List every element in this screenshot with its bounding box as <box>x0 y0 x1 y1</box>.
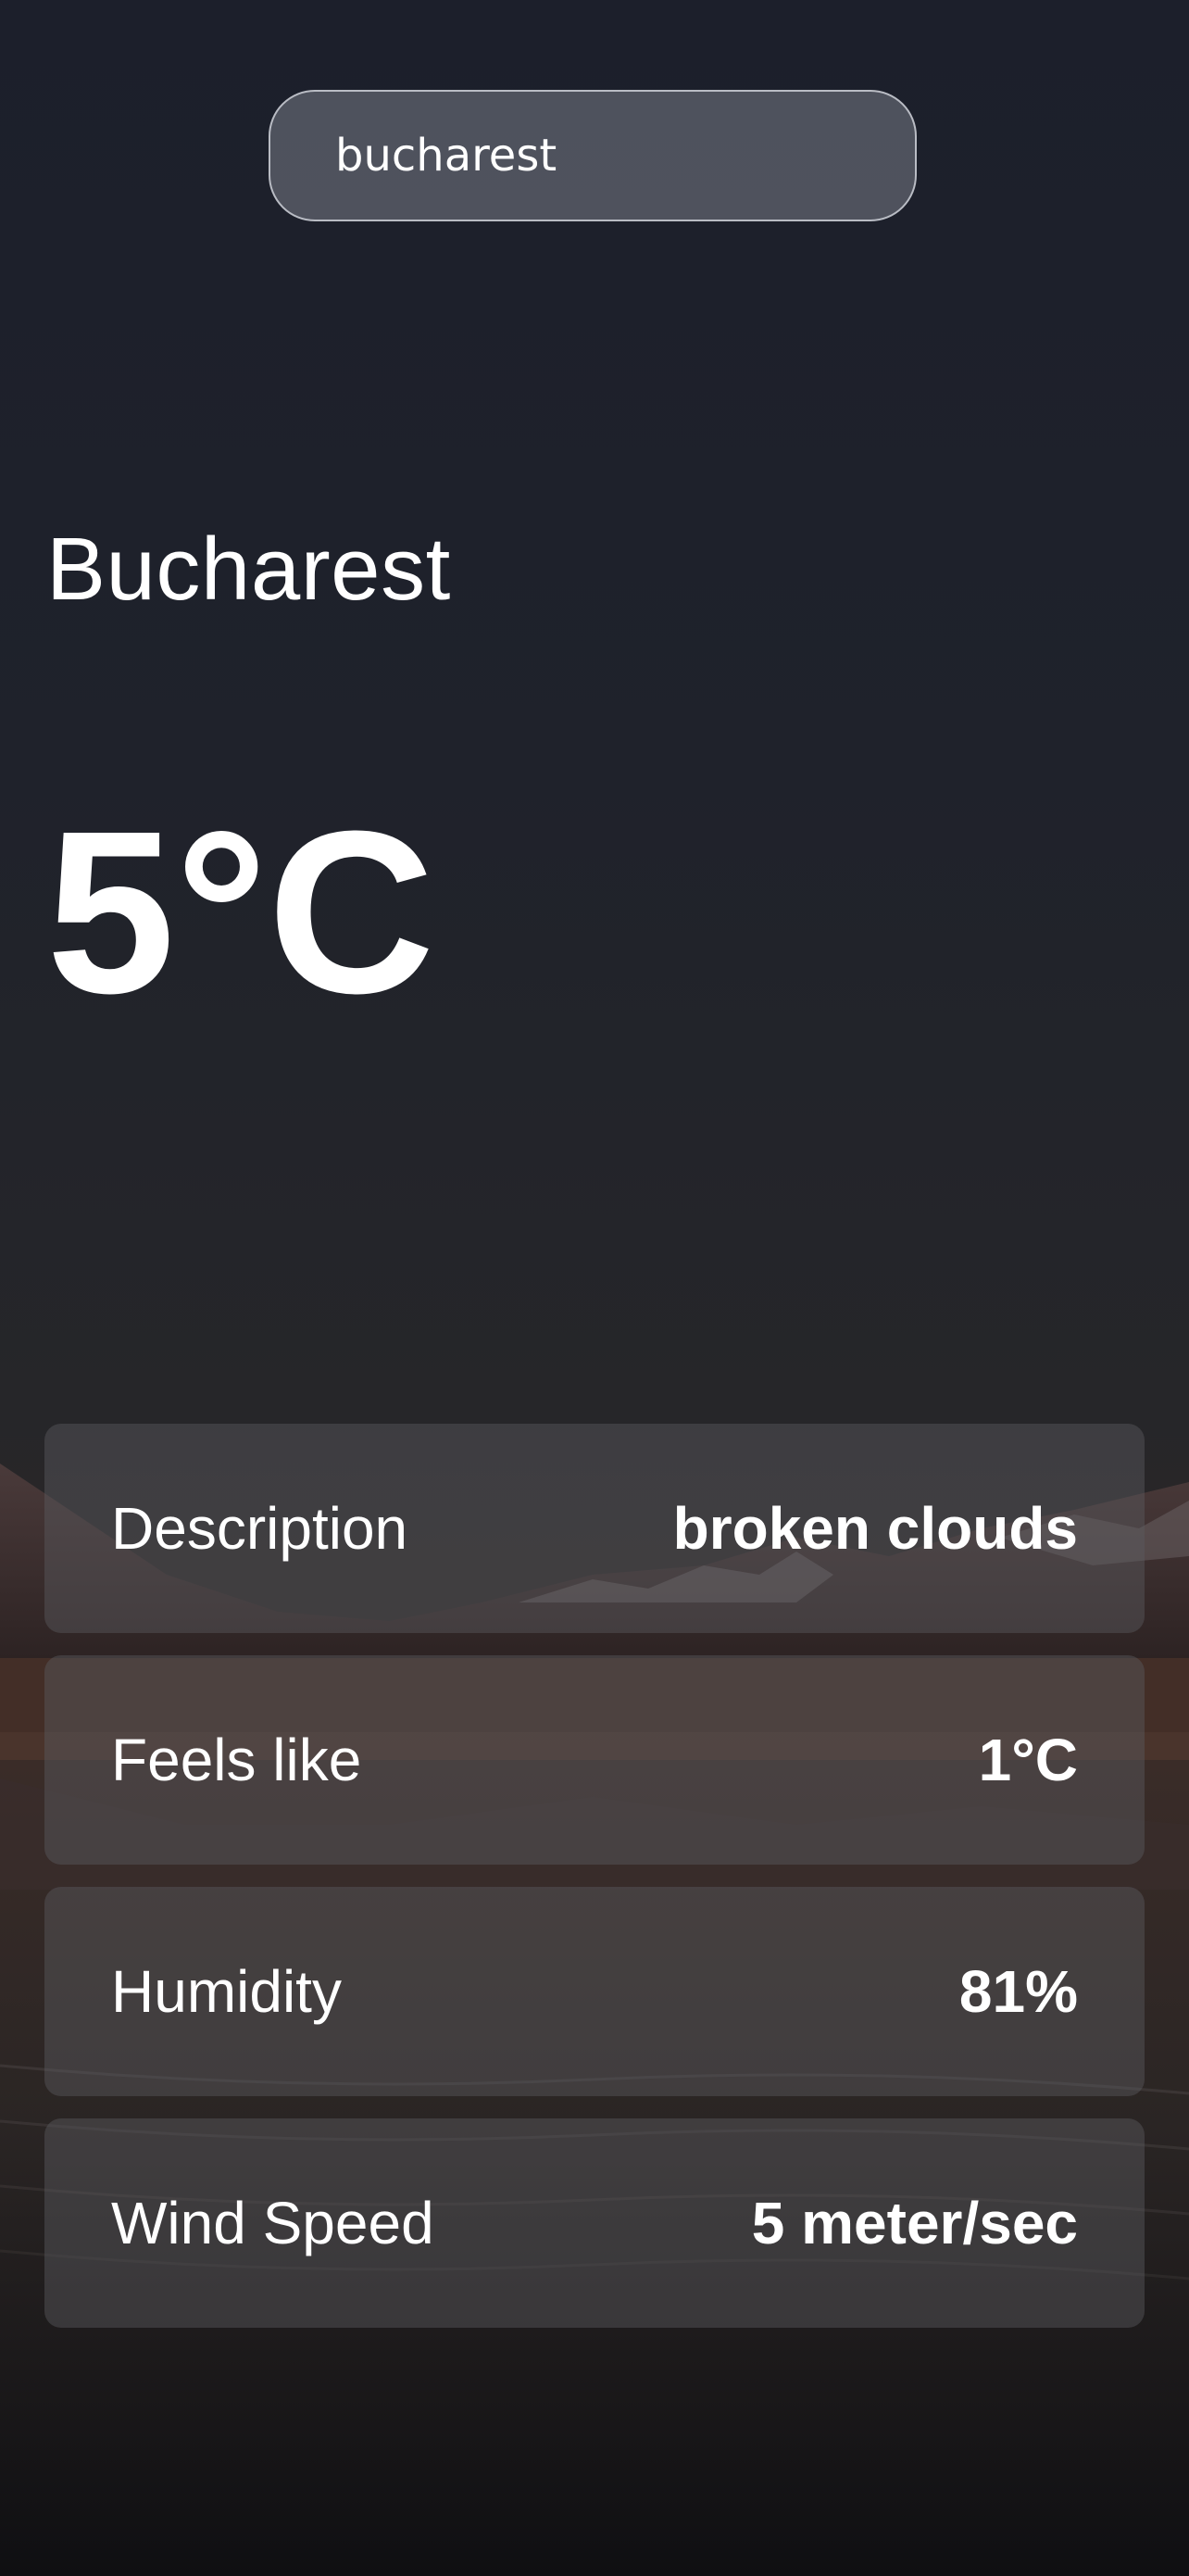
city-search-input[interactable] <box>269 90 917 221</box>
city-name: Bucharest <box>46 520 451 619</box>
detail-value: broken clouds <box>672 1495 1078 1562</box>
detail-label: Description <box>111 1495 408 1562</box>
detail-card-wind-speed: Wind Speed 5 meter/sec <box>44 2118 1145 2328</box>
detail-label: Feels like <box>111 1727 362 1793</box>
detail-value: 81% <box>958 1958 1078 2025</box>
detail-card-description: Description broken clouds <box>44 1424 1145 1633</box>
detail-card-feels-like: Feels like 1°C <box>44 1655 1145 1865</box>
temperature-readout: 5°C <box>46 783 435 1041</box>
detail-card-humidity: Humidity 81% <box>44 1887 1145 2096</box>
detail-value: 5 meter/sec <box>751 2190 1078 2256</box>
detail-label: Humidity <box>111 1958 342 2025</box>
detail-value: 1°C <box>978 1727 1078 1793</box>
detail-label: Wind Speed <box>111 2190 434 2256</box>
weather-app: Bucharest 5°C Description broken clouds … <box>0 0 1189 2576</box>
